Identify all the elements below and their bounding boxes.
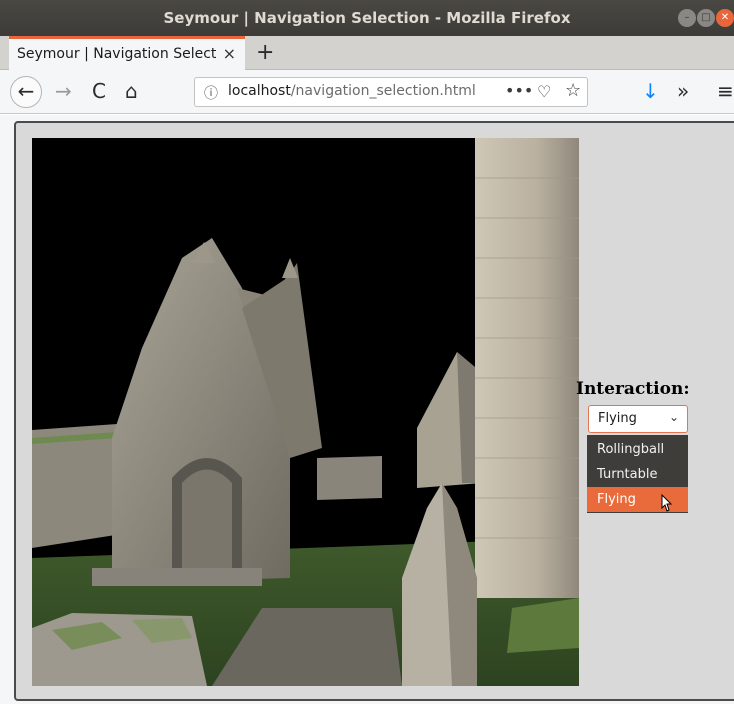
pocket-icon[interactable]: ♡ xyxy=(537,82,551,101)
close-window-button[interactable]: ✕ xyxy=(716,9,734,27)
home-button[interactable]: ⌂ xyxy=(125,79,138,103)
bookmark-star-icon[interactable]: ☆ xyxy=(565,80,581,101)
navigation-toolbar: ← → C ⌂ ⓘ localhost/navigation_selection… xyxy=(0,70,734,114)
download-icon[interactable]: ↓ xyxy=(642,79,659,103)
tab-close-icon[interactable]: × xyxy=(223,44,236,63)
interaction-label: Interaction: xyxy=(576,379,690,399)
window-title: Seymour | Navigation Selection - Mozilla… xyxy=(163,9,571,27)
option-turntable[interactable]: Turntable xyxy=(587,462,688,487)
url-bar[interactable]: ⓘ localhost/navigation_selection.html ••… xyxy=(194,77,588,107)
back-stone-wall xyxy=(317,456,382,500)
overflow-icon[interactable]: » xyxy=(677,79,689,103)
option-rollingball[interactable]: Rollingball xyxy=(587,437,688,462)
site-info-icon[interactable]: ⓘ xyxy=(204,83,218,103)
stone-tower xyxy=(475,138,579,598)
mouse-pointer-icon xyxy=(661,494,673,512)
hamburger-menu-icon[interactable]: ≡ xyxy=(717,79,734,103)
url-path: /navigation_selection.html xyxy=(290,83,476,99)
window-titlebar: Seymour | Navigation Selection - Mozilla… xyxy=(0,0,734,36)
tab-strip: Seymour | Navigation Selection × + xyxy=(0,36,734,70)
page-content: Interaction: Flying ⌄ Rollingball Turnta… xyxy=(0,115,734,704)
interaction-select-value: Flying xyxy=(598,411,637,426)
interaction-select[interactable]: Flying ⌄ xyxy=(588,405,688,433)
tab-label: Seymour | Navigation Selection xyxy=(17,46,217,62)
minimize-button[interactable]: – xyxy=(678,9,696,27)
url-text[interactable]: localhost/navigation_selection.html xyxy=(228,83,490,99)
3d-scene-viewport[interactable] xyxy=(32,138,579,686)
url-host: localhost xyxy=(228,83,291,99)
reload-button[interactable]: C xyxy=(92,79,106,103)
page-actions-icon[interactable]: ••• xyxy=(505,81,533,100)
tab-active[interactable]: Seymour | Navigation Selection × xyxy=(9,36,245,70)
new-tab-button[interactable]: + xyxy=(256,40,274,65)
chevron-down-icon: ⌄ xyxy=(668,410,679,424)
maximize-button[interactable]: □ xyxy=(697,9,715,27)
back-button[interactable]: ← xyxy=(10,76,42,108)
forward-button[interactable]: → xyxy=(55,79,72,103)
